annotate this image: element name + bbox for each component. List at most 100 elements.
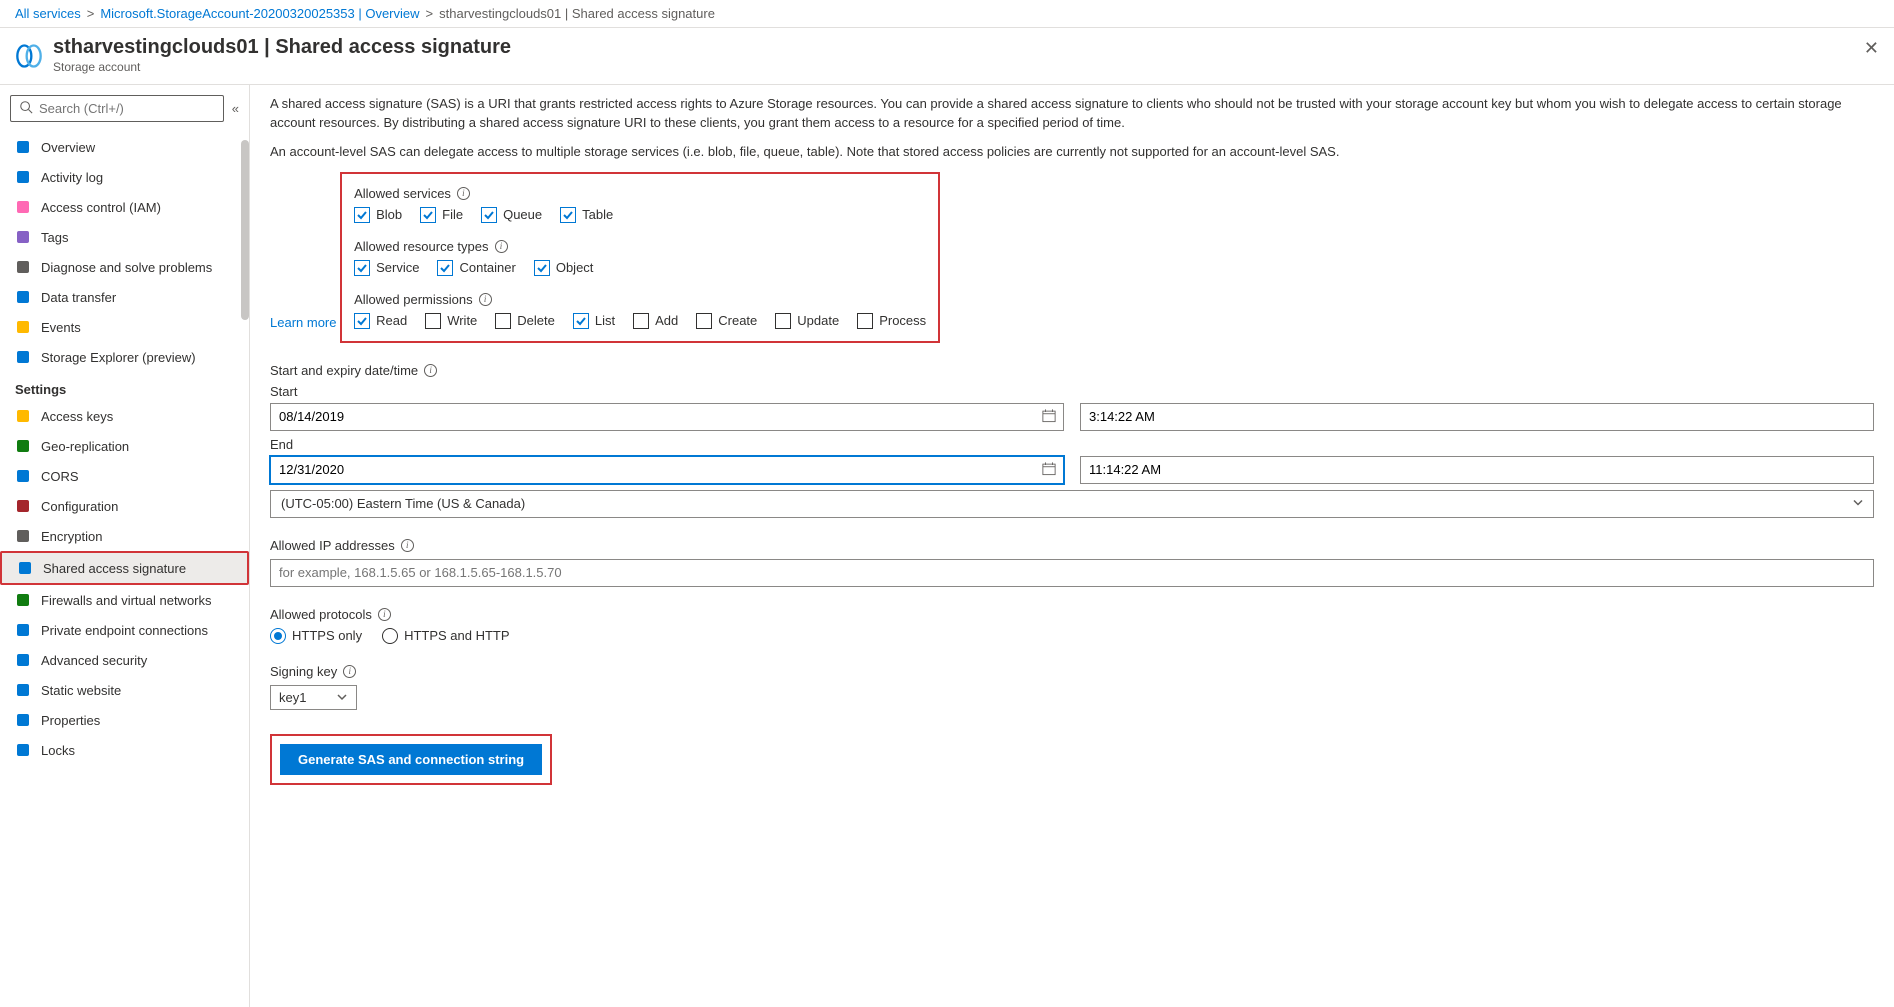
intro-text-2: An account-level SAS can delegate access… [270,143,1874,162]
calendar-icon[interactable] [1042,461,1056,478]
search-input[interactable] [39,101,215,116]
checkbox-label: Create [718,313,757,328]
permission-add-checkbox[interactable]: Add [633,313,678,329]
nav-item-label: Diagnose and solve problems [41,260,212,275]
allowed-ip-input[interactable] [270,559,1874,587]
resource-container-checkbox[interactable]: Container [437,260,515,276]
end-date-input[interactable] [270,456,1064,484]
nav-icon [15,438,31,454]
info-icon[interactable]: i [401,539,414,552]
storage-account-icon [15,42,43,70]
protocol-https-only-radio[interactable]: HTTPS only [270,628,362,644]
breadcrumb-root[interactable]: All services [15,6,81,21]
allowed-services-label: Allowed services i [354,186,926,201]
info-icon[interactable]: i [479,293,492,306]
permission-create-checkbox[interactable]: Create [696,313,757,329]
sidebar-item-private-endpoint-connections[interactable]: Private endpoint connections [0,615,249,645]
sidebar-item-firewalls-and-virtual-networks[interactable]: Firewalls and virtual networks [0,585,249,615]
end-time-input[interactable] [1080,456,1874,484]
service-queue-checkbox[interactable]: Queue [481,207,542,223]
scrollbar-thumb[interactable] [241,140,249,320]
nav-item-label: Tags [41,230,68,245]
page-subtitle: Storage account [53,60,511,74]
checkbox-label: Blob [376,207,402,222]
signing-key-label: Signing key i [270,664,1874,679]
sidebar-item-locks[interactable]: Locks [0,735,249,765]
allowed-resource-types-label: Allowed resource types i [354,239,926,254]
calendar-icon[interactable] [1042,408,1056,425]
nav-icon [15,349,31,365]
chevron-down-icon [336,691,348,703]
info-icon[interactable]: i [343,665,356,678]
sidebar-item-configuration[interactable]: Configuration [0,491,249,521]
nav-item-label: Configuration [41,499,118,514]
sidebar-item-shared-access-signature[interactable]: Shared access signature [2,553,247,583]
sidebar-item-advanced-security[interactable]: Advanced security [0,645,249,675]
permission-delete-checkbox[interactable]: Delete [495,313,555,329]
sidebar-item-data-transfer[interactable]: Data transfer [0,282,249,312]
checkbox-label: List [595,313,615,328]
nav-item-label: Access control (IAM) [41,200,161,215]
nav-icon [15,319,31,335]
resource-object-checkbox[interactable]: Object [534,260,594,276]
sidebar-item-events[interactable]: Events [0,312,249,342]
info-icon[interactable]: i [424,364,437,377]
search-input-wrap[interactable] [10,95,224,122]
checkbox-label: Object [556,260,594,275]
permission-update-checkbox[interactable]: Update [775,313,839,329]
nav-item-label: Static website [41,683,121,698]
collapse-sidebar-icon[interactable]: « [232,101,239,116]
breadcrumb-mid[interactable]: Microsoft.StorageAccount-20200320025353 … [100,6,419,21]
signing-key-select[interactable]: key1 [270,685,357,710]
permission-write-checkbox[interactable]: Write [425,313,477,329]
nav-icon [15,592,31,608]
sidebar-item-static-website[interactable]: Static website [0,675,249,705]
nav-icon [15,682,31,698]
close-icon[interactable]: ✕ [1864,38,1879,59]
sidebar-item-encryption[interactable]: Encryption [0,521,249,551]
nav-icon [17,560,33,576]
service-blob-checkbox[interactable]: Blob [354,207,402,223]
service-table-checkbox[interactable]: Table [560,207,613,223]
sidebar-item-activity-log[interactable]: Activity log [0,162,249,192]
info-icon[interactable]: i [495,240,508,253]
nav-icon [15,652,31,668]
checkbox-label: Process [879,313,926,328]
nav-icon [15,528,31,544]
info-icon[interactable]: i [457,187,470,200]
permission-list-checkbox[interactable]: List [573,313,615,329]
nav-icon [15,199,31,215]
timezone-select[interactable]: (UTC-05:00) Eastern Time (US & Canada) [270,490,1874,518]
sidebar-item-storage-explorer-preview-[interactable]: Storage Explorer (preview) [0,342,249,372]
learn-more-link[interactable]: Learn more [270,315,336,330]
start-label: Start [270,384,1874,399]
resource-service-checkbox[interactable]: Service [354,260,419,276]
protocol-https-and-http-radio[interactable]: HTTPS and HTTP [382,628,509,644]
generate-sas-button[interactable]: Generate SAS and connection string [280,744,542,775]
breadcrumb-current: stharvestingclouds01 | Shared access sig… [439,6,715,21]
nav-icon [15,742,31,758]
sidebar-item-properties[interactable]: Properties [0,705,249,735]
sidebar-item-overview[interactable]: Overview [0,132,249,162]
breadcrumb-sep: > [426,6,434,21]
permission-process-checkbox[interactable]: Process [857,313,926,329]
service-file-checkbox[interactable]: File [420,207,463,223]
sidebar-item-cors[interactable]: CORS [0,461,249,491]
sidebar-item-geo-replication[interactable]: Geo-replication [0,431,249,461]
checkbox-label: Add [655,313,678,328]
datetime-label: Start and expiry date/time i [270,363,1874,378]
nav-item-label: Activity log [41,170,103,185]
checkbox-label: Delete [517,313,555,328]
sidebar-item-diagnose-and-solve-problems[interactable]: Diagnose and solve problems [0,252,249,282]
permission-read-checkbox[interactable]: Read [354,313,407,329]
sidebar-item-tags[interactable]: Tags [0,222,249,252]
start-time-input[interactable] [1080,403,1874,431]
start-date-input[interactable] [270,403,1064,431]
end-label: End [270,437,1874,452]
main-content: A shared access signature (SAS) is a URI… [250,85,1894,1007]
nav-item-label: CORS [41,469,79,484]
info-icon[interactable]: i [378,608,391,621]
nav-icon [15,139,31,155]
sidebar-item-access-control-iam-[interactable]: Access control (IAM) [0,192,249,222]
sidebar-item-access-keys[interactable]: Access keys [0,401,249,431]
